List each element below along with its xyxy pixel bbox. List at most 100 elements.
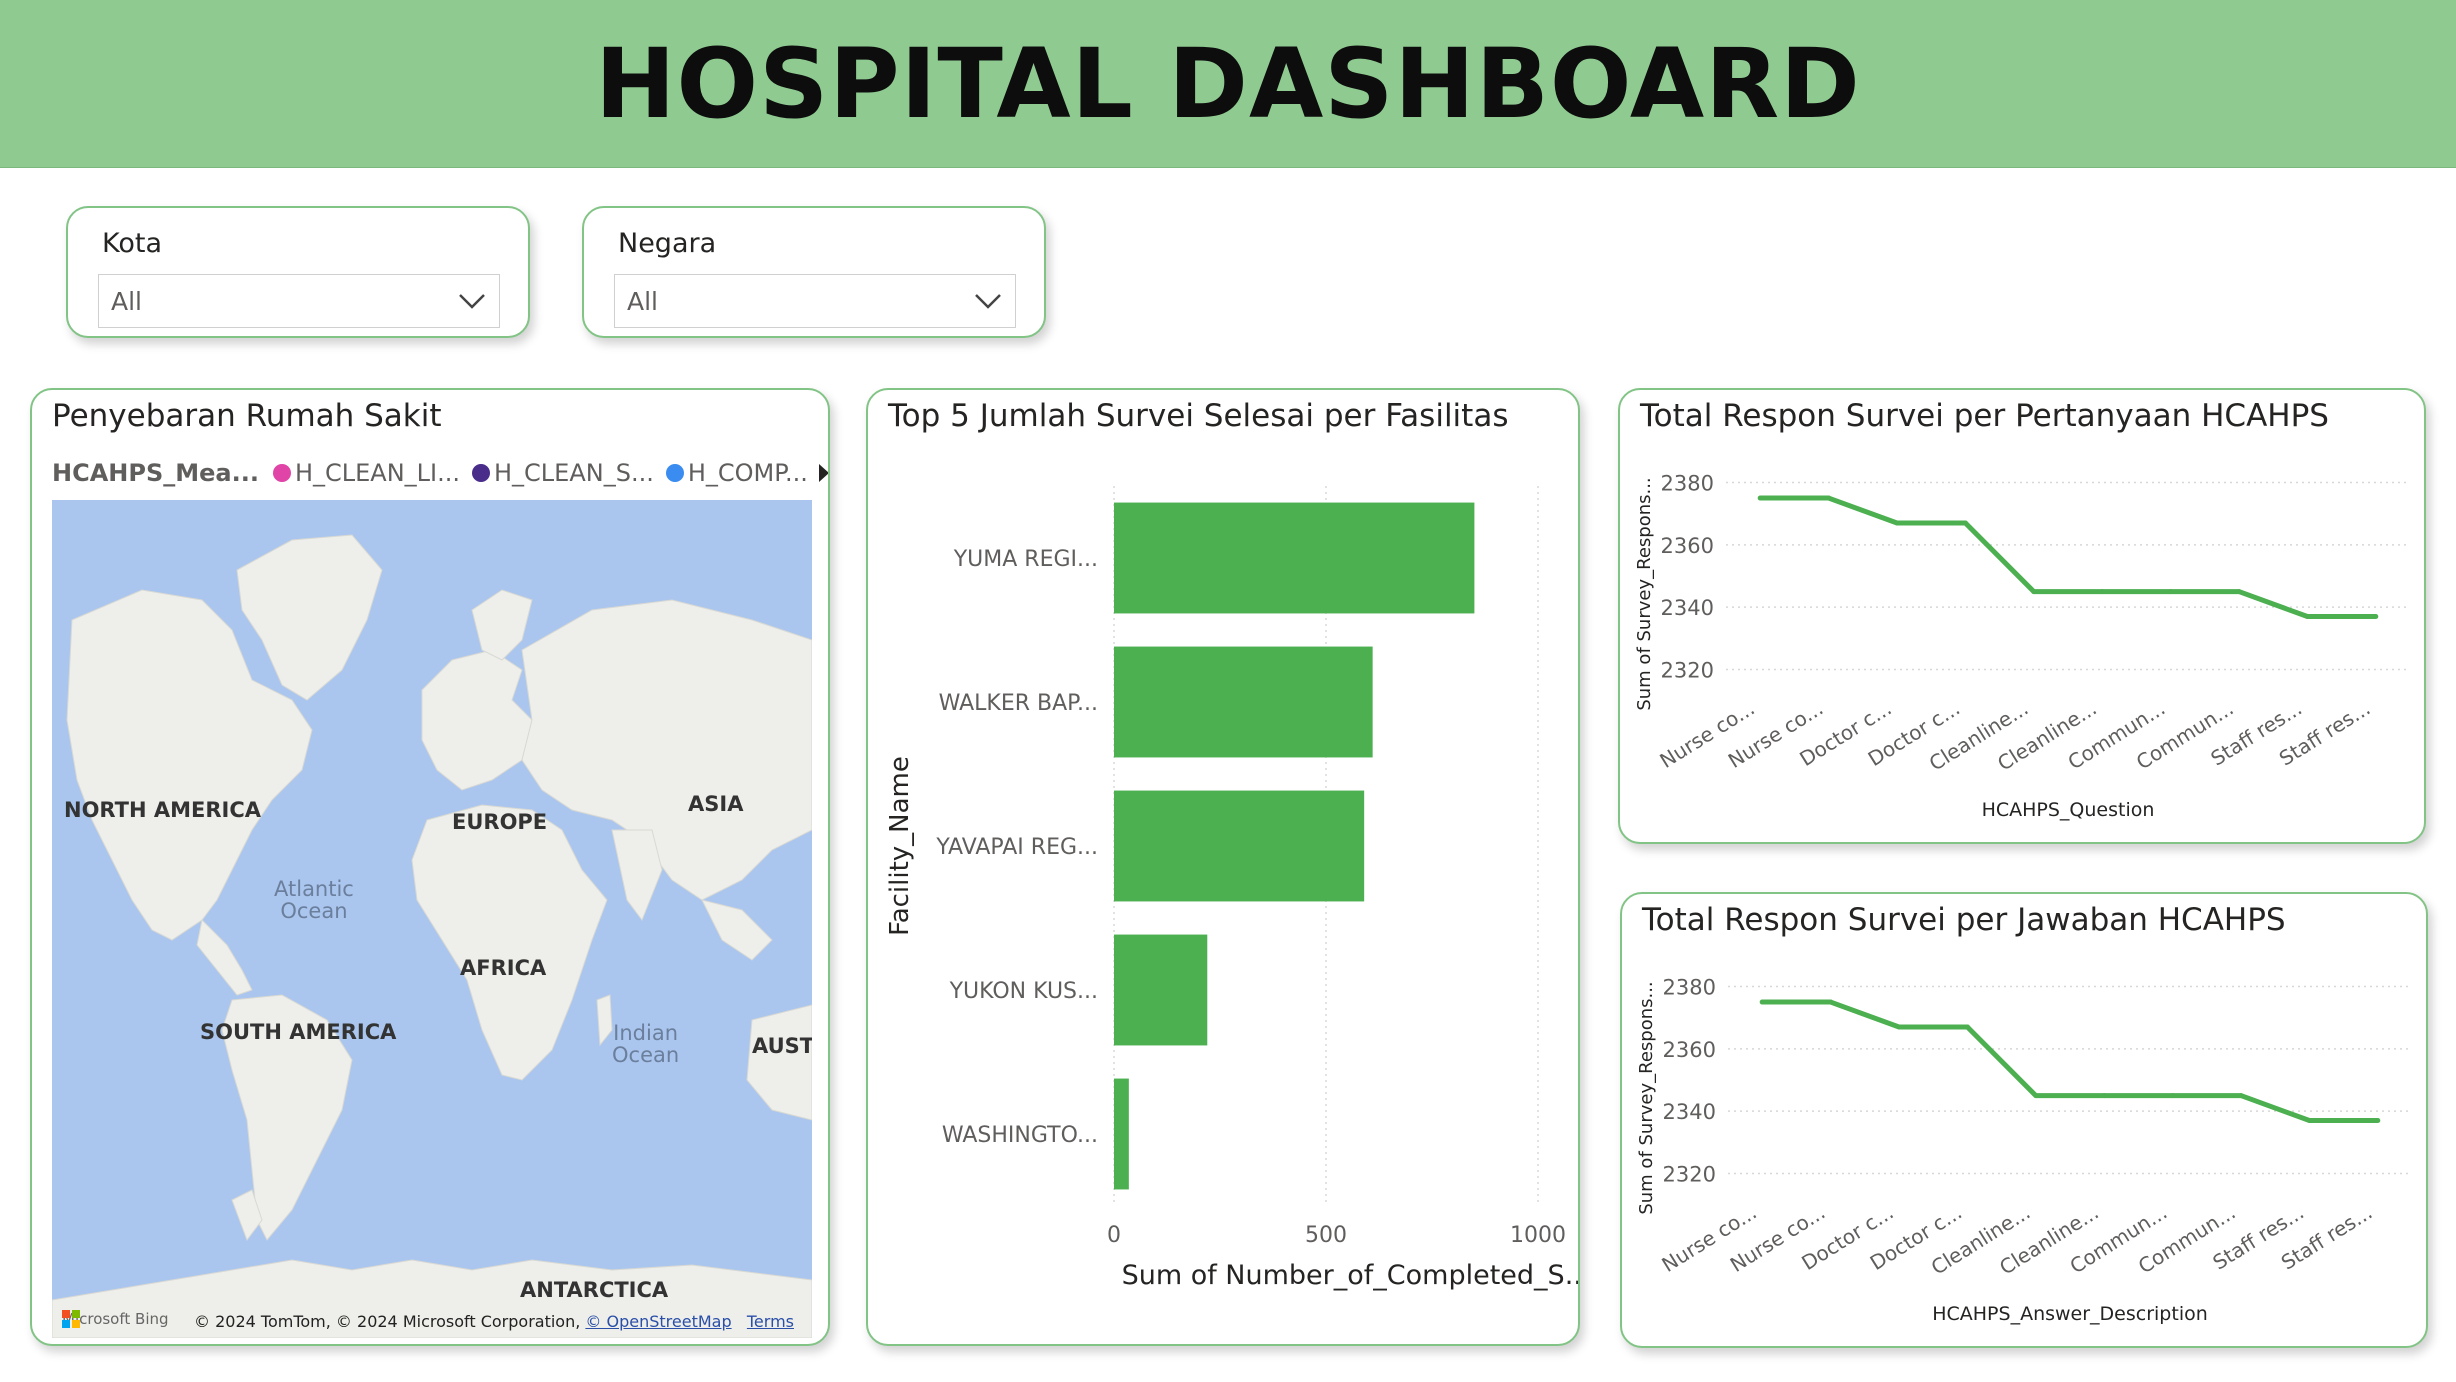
dashboard-title: HOSPITAL DASHBOARD [595,28,1861,140]
map-label-africa: AFRICA [460,956,547,980]
legend-title: HCAHPS_Mea... [52,459,259,487]
map-label-atlantic-ocean: Atlantic Ocean [274,877,354,923]
line-series [1760,495,2376,620]
line-chart-question[interactable]: 2320234023602380Nurse co...Nurse co...Do… [1620,442,2426,842]
line-y-axis-title: Sum of Survey_Respons... [1636,981,1657,1214]
line-chart-question-title: Total Respon Survei per Pertanyaan HCAHP… [1640,398,2329,434]
line-point [2304,614,2310,620]
line-point [2238,1093,2244,1099]
line-point [2170,1093,2176,1099]
legend-next-arrow-icon[interactable] [817,462,830,484]
chevron-down-icon [459,294,485,309]
chevron-down-icon [975,294,1001,309]
legend-dot-icon [472,464,490,482]
legend-item[interactable]: H_CLEAN_LI... [272,459,460,487]
negara-dropdown-value: All [627,287,658,316]
line-point [1826,495,1832,501]
bing-logo: Microsoft Bing [62,1310,169,1328]
bar [1114,934,1208,1046]
line-y-axis-title: Sum of Survey_Respons... [1634,477,1655,710]
map-card: Penyebaran Rumah Sakit HCAHPS_Mea... H_C… [30,388,830,1346]
bar [1114,502,1475,614]
legend-item-label: H_CLEAN_LI... [294,459,460,487]
bar-category-label: WASHINGTO... [942,1123,1098,1148]
line-point [1894,520,1900,526]
line-point [2236,589,2242,595]
kota-dropdown-value: All [111,287,142,316]
bar [1114,1078,1129,1190]
map-label-south-america: SOUTH AMERICA [200,1020,397,1044]
microsoft-logo-icon [62,1310,80,1328]
line-y-tick-label: 2380 [1661,471,1714,495]
bar-x-axis-title: Sum of Number_of_Completed_S... [1122,1260,1580,1291]
line-y-tick-label: 2360 [1663,1038,1716,1062]
line-chart-card-question: Total Respon Survei per Pertanyaan HCAHP… [1618,388,2426,844]
bar-chart-title: Top 5 Jumlah Survei Selesai per Fasilita… [888,398,1509,434]
line-chart-answer[interactable]: 2320234023602380Nurse co...Nurse co...Do… [1622,946,2428,1346]
bar-y-axis-title: Facility_Name [885,756,915,936]
line-point [2373,614,2379,620]
line-point [2031,589,2037,595]
legend-item[interactable]: H_COMP... [665,459,808,487]
line-chart-answer-title: Total Respon Survei per Jawaban HCAHPS [1642,902,2286,938]
line-point [1964,1024,1970,1030]
negara-dropdown[interactable]: All [614,274,1016,328]
line-point [2099,589,2105,595]
bar-x-tick-label: 500 [1305,1223,1347,1248]
map-label-indian-ocean: Indian Ocean [612,1021,680,1067]
line-y-tick-label: 2360 [1661,534,1714,558]
bar-chart[interactable]: 0 500 1000 YUMA REGI... WALKER BAP... YAVAPAI… [868,446,1580,1346]
bar-x-tick-label: 1000 [1510,1223,1566,1248]
negara-slicer: Negara All [582,206,1046,338]
line-chart-card-answer: Total Respon Survei per Jawaban HCAHPS 2… [1620,892,2428,1348]
bar-category-label: YAVAPAI REG... [935,835,1098,860]
bar-x-tick-label: 0 [1107,1223,1121,1248]
line-series [1762,999,2378,1124]
map-label-asia: ASIA [688,792,744,816]
line-point [2101,1093,2107,1099]
legend-item-label: H_CLEAN_S... [494,459,654,487]
bar-category-label: WALKER BAP... [939,691,1098,716]
bar-category-label: YUKON KUS... [949,979,1098,1004]
legend-item-label: H_COMP... [687,459,808,487]
bar [1114,646,1373,758]
kota-slicer: Kota All [66,206,530,338]
world-map[interactable]: NORTH AMERICA EUROPE ASIA AFRICA SOUTH A… [52,500,812,1338]
map-label-australia: AUSTI [752,1034,812,1058]
bar [1114,790,1365,902]
line-point [2168,589,2174,595]
line-point [1896,1024,1902,1030]
line-y-tick-label: 2320 [1661,659,1714,683]
map-label-antarctica: ANTARCTICA [520,1278,669,1302]
negara-slicer-title: Negara [618,228,717,259]
map-legend: HCAHPS_Mea... H_CLEAN_LI... H_CLEAN_S...… [52,456,828,490]
line-point [1828,999,1834,1005]
bar-category-label: YUMA REGI... [953,547,1098,572]
map-card-title: Penyebaran Rumah Sakit [52,398,442,434]
line-point [1757,495,1763,501]
world-map-land [52,534,812,1338]
line-y-tick-label: 2340 [1661,596,1714,620]
dashboard-header: HOSPITAL DASHBOARD [0,0,2456,168]
openstreetmap-link[interactable]: © OpenStreetMap [585,1312,731,1331]
map-label-north-america: NORTH AMERICA [64,798,262,822]
line-y-tick-label: 2340 [1663,1100,1716,1124]
line-y-tick-label: 2380 [1663,975,1716,999]
map-attribution: Microsoft Bing © 2024 TomTom, © 2024 Mic… [52,1304,812,1338]
line-y-tick-label: 2320 [1663,1163,1716,1187]
legend-item[interactable]: H_CLEAN_S... [472,459,654,487]
line-point [1962,520,1968,526]
line-point [1759,999,1765,1005]
map-label-europe: EUROPE [452,810,548,834]
legend-dot-icon [665,464,684,482]
line-point [2306,1118,2312,1124]
bar-chart-card: Top 5 Jumlah Survei Selesai per Fasilita… [866,388,1580,1346]
line-x-axis-title: HCAHPS_Question [1982,799,2155,821]
kota-slicer-title: Kota [102,228,163,259]
legend-dot-icon [272,464,291,482]
terms-link[interactable]: Terms [747,1312,794,1331]
map-copyright: © 2024 TomTom, © 2024 Microsoft Corporat… [194,1312,581,1331]
kota-dropdown[interactable]: All [98,274,500,328]
line-point [2375,1118,2381,1124]
line-point [2033,1093,2039,1099]
